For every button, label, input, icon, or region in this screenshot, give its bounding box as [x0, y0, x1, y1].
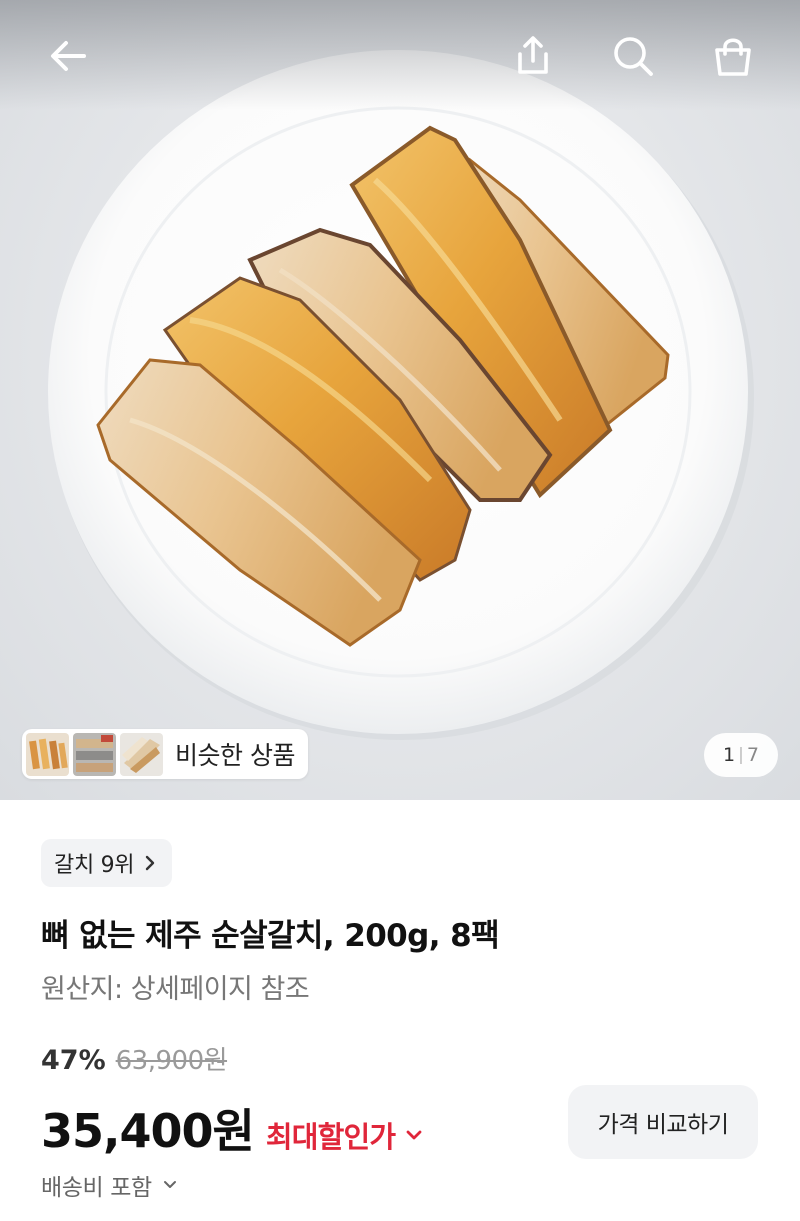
- discount-row: 47% 63,900원: [41, 1040, 228, 1077]
- product-image-gallery[interactable]: 비슷한 상품 1 | 7: [0, 0, 800, 800]
- share-icon: [518, 36, 548, 74]
- similar-products-button[interactable]: 비슷한 상품: [22, 729, 308, 779]
- back-button[interactable]: [40, 28, 96, 84]
- search-button[interactable]: [605, 28, 661, 84]
- max-discount-toggle[interactable]: 최대할인가: [266, 1114, 423, 1156]
- cart-bag-icon: [715, 38, 751, 76]
- shipping-toggle[interactable]: 배송비 포함: [41, 1168, 178, 1202]
- total-pages: 7: [746, 744, 759, 766]
- product-title: 뼈 없는 제주 순살갈치, 200g, 8팩: [41, 918, 500, 954]
- compare-price-button[interactable]: 가격 비교하기: [568, 1085, 758, 1159]
- chevron-right-icon: [146, 855, 155, 871]
- cart-button[interactable]: [705, 28, 761, 84]
- product-photo: [48, 50, 754, 740]
- sale-price: 35,400원: [41, 1104, 255, 1158]
- page-separator: |: [738, 745, 744, 765]
- share-button[interactable]: [505, 28, 561, 84]
- image-page-indicator: 1 | 7: [704, 733, 778, 777]
- similar-products-label: 비슷한 상품: [175, 741, 295, 770]
- category-rank-chip[interactable]: 갈치 9위: [41, 839, 173, 887]
- top-gradient-overlay: [0, 0, 800, 110]
- price-row: 35,400원 최대할인가: [41, 1095, 423, 1161]
- search-icon: [614, 37, 653, 76]
- chevron-down-icon: [163, 1181, 176, 1188]
- shipping-label: 배송비 포함: [41, 1175, 152, 1201]
- product-origin: 원산지: 상세페이지 참조: [41, 974, 310, 1005]
- chevron-down-icon: [406, 1130, 422, 1140]
- similar-thumbnail: [120, 732, 163, 776]
- discount-percent: 47%: [41, 1045, 106, 1076]
- max-discount-label: 최대할인가: [265, 1120, 396, 1154]
- current-page: 1: [723, 744, 736, 766]
- back-arrow-icon: [51, 41, 86, 71]
- rank-label: 갈치 9위: [54, 853, 135, 878]
- original-price: 63,900원: [115, 1046, 228, 1076]
- similar-thumbnail: [26, 732, 69, 776]
- similar-thumbnail: [73, 732, 116, 776]
